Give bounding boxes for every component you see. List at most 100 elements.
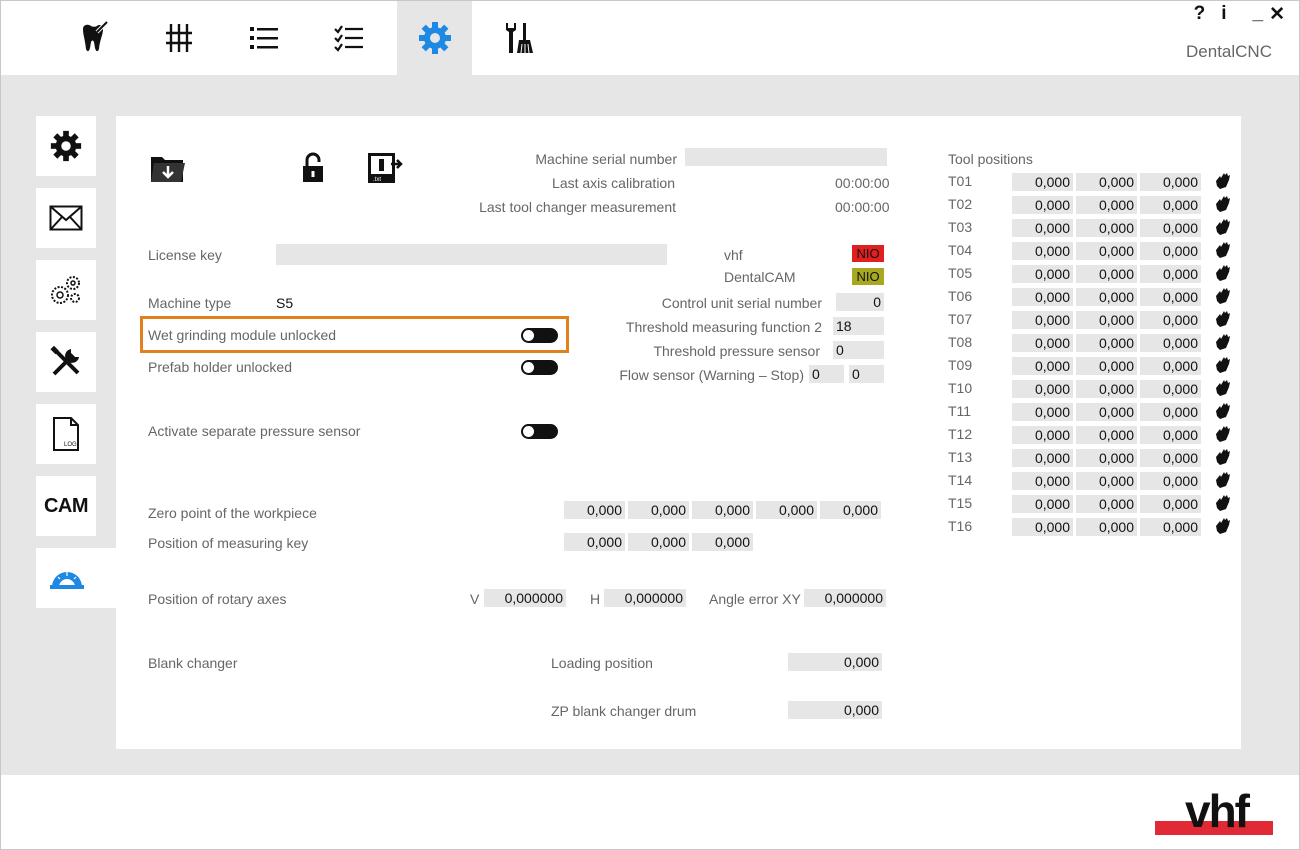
tool-y-field[interactable]: 0,000 — [1076, 495, 1137, 513]
export-txt-icon[interactable]: .txt — [367, 152, 403, 184]
teach-hand-icon[interactable] — [1214, 356, 1232, 374]
tool-y-field[interactable]: 0,000 — [1076, 196, 1137, 214]
measuring-key-value[interactable]: 0,000 — [628, 533, 689, 551]
tool-x-field[interactable]: 0,000 — [1012, 518, 1073, 536]
tool-z-field[interactable]: 0,000 — [1140, 173, 1201, 191]
tool-z-field[interactable]: 0,000 — [1140, 265, 1201, 283]
teach-hand-icon[interactable] — [1214, 264, 1232, 282]
tool-y-field[interactable]: 0,000 — [1076, 288, 1137, 306]
teach-hand-icon[interactable] — [1214, 425, 1232, 443]
tool-x-field[interactable]: 0,000 — [1012, 196, 1073, 214]
teach-hand-icon[interactable] — [1214, 287, 1232, 305]
tab-axes[interactable] — [143, 1, 215, 75]
tool-z-field[interactable]: 0,000 — [1140, 334, 1201, 352]
tool-x-field[interactable]: 0,000 — [1012, 472, 1073, 490]
tool-y-field[interactable]: 0,000 — [1076, 311, 1137, 329]
teach-hand-icon[interactable] — [1214, 218, 1232, 236]
tool-x-field[interactable]: 0,000 — [1012, 242, 1073, 260]
tool-z-field[interactable]: 0,000 — [1140, 219, 1201, 237]
tool-y-field[interactable]: 0,000 — [1076, 173, 1137, 191]
teach-hand-icon[interactable] — [1214, 241, 1232, 259]
tool-y-field[interactable]: 0,000 — [1076, 449, 1137, 467]
threshold-measuring-field[interactable]: 18 — [833, 317, 884, 335]
tool-x-field[interactable]: 0,000 — [1012, 449, 1073, 467]
rotary-h-field[interactable]: 0,000000 — [604, 589, 686, 607]
tool-x-field[interactable]: 0,000 — [1012, 334, 1073, 352]
sidetab-cam[interactable]: CAM — [36, 476, 96, 536]
measuring-key-value[interactable]: 0,000 — [692, 533, 753, 551]
tab-maintenance[interactable] — [483, 1, 555, 75]
sidetab-log[interactable]: LOG — [36, 404, 96, 464]
flow-warning-field[interactable]: 0 — [809, 365, 844, 383]
tool-x-field[interactable]: 0,000 — [1012, 173, 1073, 191]
tool-y-field[interactable]: 0,000 — [1076, 334, 1137, 352]
teach-hand-icon[interactable] — [1214, 379, 1232, 397]
sidetab-messages[interactable] — [36, 188, 96, 248]
tool-z-field[interactable]: 0,000 — [1140, 288, 1201, 306]
unlock-icon[interactable] — [302, 152, 324, 183]
tab-checklist[interactable] — [313, 1, 385, 75]
control-serial-field[interactable]: 0 — [836, 293, 884, 311]
zero-point-value[interactable]: 0,000 — [628, 501, 689, 519]
teach-hand-icon[interactable] — [1214, 517, 1232, 535]
zero-point-value[interactable]: 0,000 — [564, 501, 625, 519]
tool-z-field[interactable]: 0,000 — [1140, 449, 1201, 467]
teach-hand-icon[interactable] — [1214, 172, 1232, 190]
teach-hand-icon[interactable] — [1214, 310, 1232, 328]
angle-error-field[interactable]: 0,000000 — [804, 589, 886, 607]
zero-point-value[interactable]: 0,000 — [756, 501, 817, 519]
tool-z-field[interactable]: 0,000 — [1140, 495, 1201, 513]
tool-z-field[interactable]: 0,000 — [1140, 426, 1201, 444]
license-key-field[interactable] — [276, 244, 667, 265]
tool-z-field[interactable]: 0,000 — [1140, 380, 1201, 398]
tool-y-field[interactable]: 0,000 — [1076, 403, 1137, 421]
prefab-holder-toggle[interactable] — [521, 360, 558, 375]
minimize-button[interactable]: _ — [1253, 3, 1264, 26]
teach-hand-icon[interactable] — [1214, 402, 1232, 420]
pressure-sensor-toggle[interactable] — [521, 424, 558, 439]
tool-y-field[interactable]: 0,000 — [1076, 472, 1137, 490]
tool-z-field[interactable]: 0,000 — [1140, 357, 1201, 375]
tool-y-field[interactable]: 0,000 — [1076, 219, 1137, 237]
sidetab-advanced-settings[interactable] — [36, 260, 96, 320]
tool-x-field[interactable]: 0,000 — [1012, 311, 1073, 329]
tab-tooth[interactable] — [58, 1, 130, 75]
tool-x-field[interactable]: 0,000 — [1012, 288, 1073, 306]
teach-hand-icon[interactable] — [1214, 448, 1232, 466]
sidetab-calibration[interactable] — [36, 548, 116, 608]
wet-grinding-toggle[interactable] — [521, 328, 558, 343]
tool-x-field[interactable]: 0,000 — [1012, 380, 1073, 398]
tool-x-field[interactable]: 0,000 — [1012, 403, 1073, 421]
tool-y-field[interactable]: 0,000 — [1076, 357, 1137, 375]
teach-hand-icon[interactable] — [1214, 195, 1232, 213]
tool-z-field[interactable]: 0,000 — [1140, 472, 1201, 490]
tool-x-field[interactable]: 0,000 — [1012, 265, 1073, 283]
tab-list[interactable] — [228, 1, 300, 75]
loading-position-field[interactable]: 0,000 — [788, 653, 882, 671]
flow-stop-field[interactable]: 0 — [849, 365, 884, 383]
tool-x-field[interactable]: 0,000 — [1012, 219, 1073, 237]
tool-x-field[interactable]: 0,000 — [1012, 426, 1073, 444]
zero-point-value[interactable]: 0,000 — [820, 501, 881, 519]
tool-z-field[interactable]: 0,000 — [1140, 242, 1201, 260]
tool-x-field[interactable]: 0,000 — [1012, 357, 1073, 375]
tool-y-field[interactable]: 0,000 — [1076, 380, 1137, 398]
tool-x-field[interactable]: 0,000 — [1012, 495, 1073, 513]
info-button[interactable]: i — [1221, 3, 1226, 26]
zero-point-value[interactable]: 0,000 — [692, 501, 753, 519]
help-button[interactable]: ? — [1194, 3, 1206, 26]
tool-z-field[interactable]: 0,000 — [1140, 403, 1201, 421]
tool-y-field[interactable]: 0,000 — [1076, 242, 1137, 260]
zp-blank-changer-field[interactable]: 0,000 — [788, 701, 882, 719]
sidetab-general-settings[interactable] — [36, 116, 96, 176]
tool-y-field[interactable]: 0,000 — [1076, 265, 1137, 283]
tool-y-field[interactable]: 0,000 — [1076, 426, 1137, 444]
tool-z-field[interactable]: 0,000 — [1140, 518, 1201, 536]
tool-z-field[interactable]: 0,000 — [1140, 196, 1201, 214]
rotary-v-field[interactable]: 0,000000 — [484, 589, 566, 607]
teach-hand-icon[interactable] — [1214, 471, 1232, 489]
teach-hand-icon[interactable] — [1214, 333, 1232, 351]
measuring-key-value[interactable]: 0,000 — [564, 533, 625, 551]
tool-y-field[interactable]: 0,000 — [1076, 518, 1137, 536]
threshold-pressure-field[interactable]: 0 — [833, 341, 884, 359]
